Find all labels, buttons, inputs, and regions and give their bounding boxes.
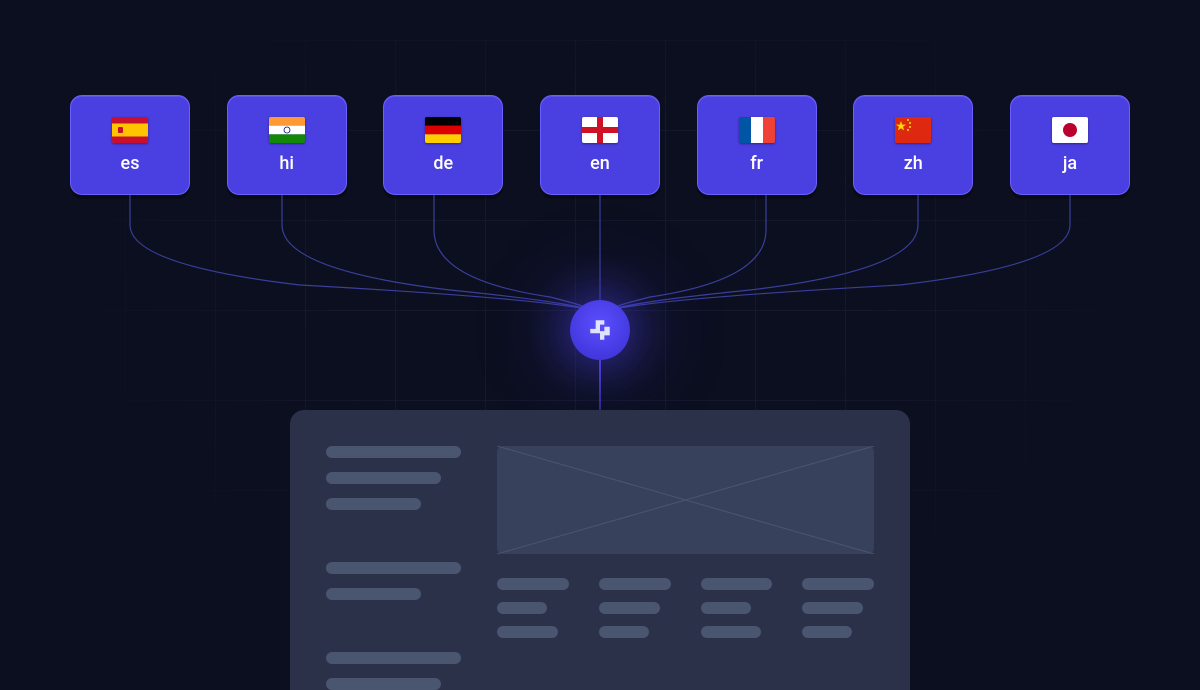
- wireframe-line: [326, 472, 441, 484]
- language-cards-row: es hi de en fr zh ja: [70, 95, 1130, 195]
- flag-england-icon: [582, 117, 618, 143]
- lang-label: fr: [750, 153, 763, 174]
- wireframe-panel: [290, 410, 910, 690]
- lang-label: ja: [1063, 153, 1077, 174]
- wireframe-line: [326, 652, 461, 664]
- flag-spain-icon: [112, 117, 148, 143]
- flag-china-icon: [895, 117, 931, 143]
- lang-label: hi: [279, 153, 294, 174]
- wireframe-hero: [497, 446, 874, 554]
- wireframe-main: [497, 446, 874, 690]
- wireframe-line: [497, 626, 558, 638]
- wireframe-line: [326, 498, 421, 510]
- lang-label: es: [121, 153, 140, 174]
- lang-card-zh: zh: [853, 95, 973, 195]
- wireframe-line: [497, 578, 569, 590]
- wireframe-line: [497, 602, 547, 614]
- logo-glyph-icon: [587, 317, 613, 343]
- wireframe-line: [802, 626, 852, 638]
- lang-card-de: de: [383, 95, 503, 195]
- wireframe-line: [701, 602, 751, 614]
- flag-india-icon: [269, 117, 305, 143]
- lang-card-en: en: [540, 95, 660, 195]
- hub-node: [570, 300, 630, 360]
- wireframe-line: [326, 562, 461, 574]
- lang-label: de: [433, 153, 453, 174]
- wireframe-columns: [497, 578, 874, 638]
- wireframe-line: [326, 678, 441, 690]
- wireframe-line: [802, 602, 863, 614]
- wireframe-line: [701, 578, 773, 590]
- lang-label: en: [590, 153, 610, 174]
- lang-card-ja: ja: [1010, 95, 1130, 195]
- lang-card-fr: fr: [697, 95, 817, 195]
- wireframe-line: [599, 602, 660, 614]
- wireframe-line: [701, 626, 762, 638]
- lang-label: zh: [904, 153, 923, 174]
- flag-japan-icon: [1052, 117, 1088, 143]
- wireframe-line: [599, 626, 649, 638]
- flag-germany-icon: [425, 117, 461, 143]
- wireframe-line: [802, 578, 874, 590]
- lang-card-hi: hi: [227, 95, 347, 195]
- wireframe-line: [326, 446, 461, 458]
- wireframe-line: [326, 588, 421, 600]
- flag-france-icon: [739, 117, 775, 143]
- lang-card-es: es: [70, 95, 190, 195]
- wireframe-line: [599, 578, 671, 590]
- wireframe-sidebar: [326, 446, 461, 690]
